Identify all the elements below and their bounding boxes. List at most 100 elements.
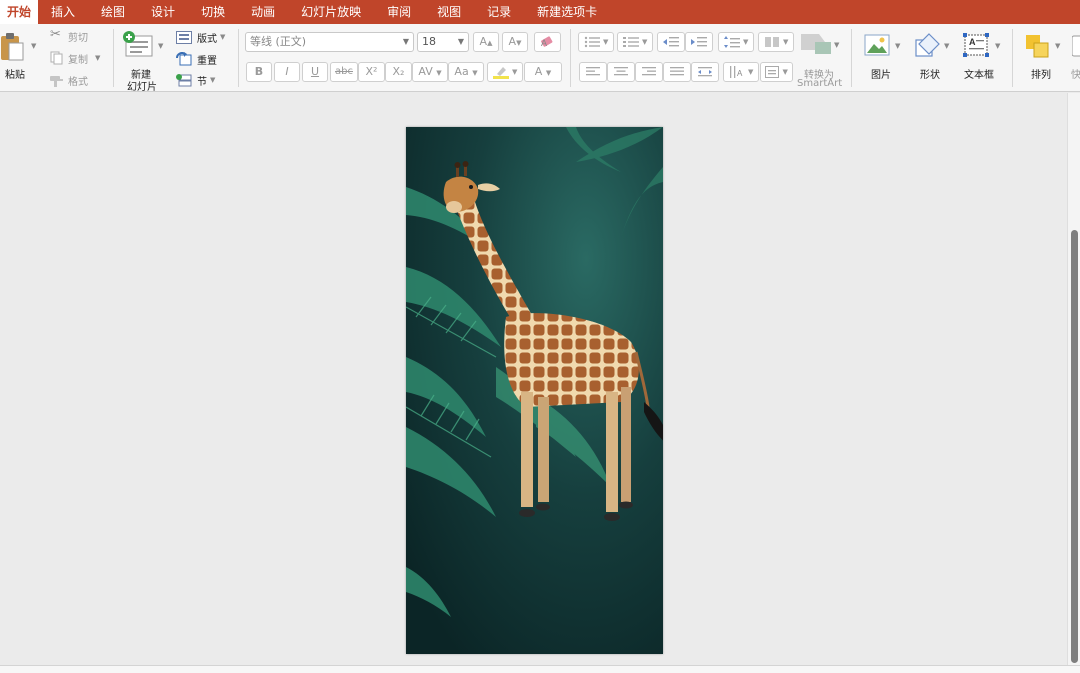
- paste-icon[interactable]: [0, 32, 24, 62]
- copy-dropdown-icon[interactable]: ▼: [95, 54, 100, 62]
- align-center-button[interactable]: [607, 62, 635, 82]
- new-slide-dropdown-icon[interactable]: ▼: [158, 42, 163, 50]
- highlight-button[interactable]: ▼: [487, 62, 523, 82]
- italic-button[interactable]: I: [274, 62, 300, 82]
- line-spacing-button[interactable]: ▼: [718, 32, 754, 52]
- reset-label[interactable]: 重置: [197, 52, 217, 67]
- bullet-list-icon: [584, 36, 600, 48]
- tab-insert[interactable]: 插入: [38, 0, 88, 24]
- columns-button[interactable]: ▼: [758, 32, 794, 52]
- shapes-dropdown-icon[interactable]: ▼: [944, 42, 949, 50]
- layout-label[interactable]: 版式: [197, 30, 217, 45]
- font-name-dropdown[interactable]: 等线 (正文) ▼: [245, 32, 414, 52]
- section-icon[interactable]: [176, 72, 192, 91]
- arrange-dropdown-icon[interactable]: ▼: [1055, 42, 1060, 50]
- ribbon-separator: [570, 29, 571, 87]
- picture-dropdown-icon[interactable]: ▼: [895, 42, 900, 50]
- spacing-icon: AV: [418, 65, 433, 78]
- tab-home[interactable]: 开始: [0, 0, 39, 24]
- clear-formatting-button[interactable]: A: [534, 32, 561, 52]
- align-right-button[interactable]: [635, 62, 663, 82]
- shapes-label: 形状: [920, 70, 940, 81]
- tab-review[interactable]: 审阅: [374, 0, 424, 24]
- paste-label: 粘贴: [5, 70, 25, 81]
- vertical-scrollbar[interactable]: [1067, 93, 1080, 665]
- picture-label: 图片: [871, 70, 891, 81]
- quick-styles-label: 快: [1071, 70, 1080, 81]
- distributed-icon: [698, 67, 712, 77]
- ribbon-separator: [851, 29, 852, 87]
- indent-icon: [691, 37, 707, 47]
- align-right-icon: [642, 67, 656, 76]
- layout-dropdown-icon[interactable]: ▼: [220, 33, 225, 41]
- layout-icon[interactable]: [176, 29, 192, 48]
- smartart-dropdown-icon[interactable]: ▼: [834, 41, 839, 49]
- tab-transitions[interactable]: 切换: [188, 0, 238, 24]
- ribbon-tab-bar: 开始 插入 绘图 设计 切换 动画 幻灯片放映 审阅 视图 记录 新建选项卡: [0, 0, 1080, 24]
- reset-icon[interactable]: [176, 51, 192, 70]
- character-spacing-button[interactable]: AV ▼: [412, 62, 448, 82]
- subscript-button[interactable]: X₂: [385, 62, 412, 82]
- justify-button[interactable]: [663, 62, 691, 82]
- giraffe-jungle-image[interactable]: [406, 127, 663, 654]
- font-size-dropdown[interactable]: 18 ▼: [417, 32, 469, 52]
- decrease-indent-button[interactable]: [657, 32, 685, 52]
- format-painter-label[interactable]: 格式: [68, 73, 88, 88]
- slide-editor-area: [0, 93, 1080, 673]
- align-left-icon: [586, 67, 600, 76]
- cut-label[interactable]: 剪切: [68, 29, 88, 44]
- slide-canvas[interactable]: [406, 127, 663, 654]
- bold-button[interactable]: B: [246, 62, 272, 82]
- arrange-icon[interactable]: [1025, 34, 1049, 62]
- picture-icon[interactable]: [864, 34, 890, 60]
- tab-slideshow[interactable]: 幻灯片放映: [288, 0, 374, 24]
- textbox-icon[interactable]: A: [962, 32, 990, 62]
- numbered-list-icon: [622, 37, 639, 47]
- section-dropdown-icon[interactable]: ▼: [210, 76, 215, 84]
- format-painter-icon[interactable]: [49, 72, 64, 91]
- smartart-icon[interactable]: [801, 32, 831, 58]
- shrink-font-button[interactable]: A▼: [502, 32, 528, 52]
- copy-label[interactable]: 复制: [68, 51, 88, 66]
- tab-record[interactable]: 记录: [474, 0, 524, 24]
- strikethrough-button[interactable]: abc: [330, 62, 358, 82]
- bullets-button[interactable]: ▼: [578, 32, 614, 52]
- numbering-button[interactable]: ▼: [617, 32, 653, 52]
- align-text-button[interactable]: ▼: [760, 62, 793, 82]
- copy-icon[interactable]: [50, 50, 63, 69]
- shapes-icon[interactable]: [913, 32, 941, 62]
- textbox-dropdown-icon[interactable]: ▼: [995, 42, 1000, 50]
- font-name-value: 等线 (正文): [250, 35, 307, 48]
- svg-text:A: A: [737, 69, 743, 78]
- paste-dropdown-icon[interactable]: ▼: [31, 42, 36, 50]
- tab-view[interactable]: 视图: [424, 0, 474, 24]
- tab-new-tab[interactable]: 新建选项卡: [524, 0, 610, 24]
- new-slide-icon[interactable]: [122, 30, 154, 64]
- tab-animations[interactable]: 动画: [238, 0, 288, 24]
- align-center-icon: [614, 67, 628, 76]
- tab-design[interactable]: 设计: [138, 0, 188, 24]
- tab-draw[interactable]: 绘图: [88, 0, 138, 24]
- chevron-down-icon: ▼: [457, 37, 464, 46]
- font-color-button[interactable]: A ▼: [524, 62, 562, 82]
- increase-indent-button[interactable]: [685, 32, 713, 52]
- grow-font-icon: A: [479, 35, 488, 48]
- font-size-value: 18: [422, 35, 436, 48]
- textbox-label: 文本框: [964, 70, 994, 81]
- scrollbar-thumb[interactable]: [1071, 230, 1078, 663]
- line-spacing-icon: [723, 36, 740, 48]
- section-label[interactable]: 节: [197, 73, 207, 88]
- shrink-font-icon: A: [508, 35, 517, 48]
- ribbon-separator: [238, 29, 239, 87]
- text-direction-button[interactable]: A ▼: [723, 62, 759, 82]
- align-left-button[interactable]: [579, 62, 607, 82]
- superscript-button[interactable]: X²: [358, 62, 385, 82]
- cut-icon[interactable]: ✂: [50, 27, 61, 42]
- change-case-button[interactable]: Aa ▼: [448, 62, 484, 82]
- case-icon: Aa: [454, 65, 469, 78]
- underline-button[interactable]: U: [302, 62, 328, 82]
- svg-text:A: A: [969, 37, 976, 47]
- quick-styles-icon[interactable]: [1071, 34, 1080, 62]
- distributed-button[interactable]: [691, 62, 719, 82]
- grow-font-button[interactable]: A▲: [473, 32, 499, 52]
